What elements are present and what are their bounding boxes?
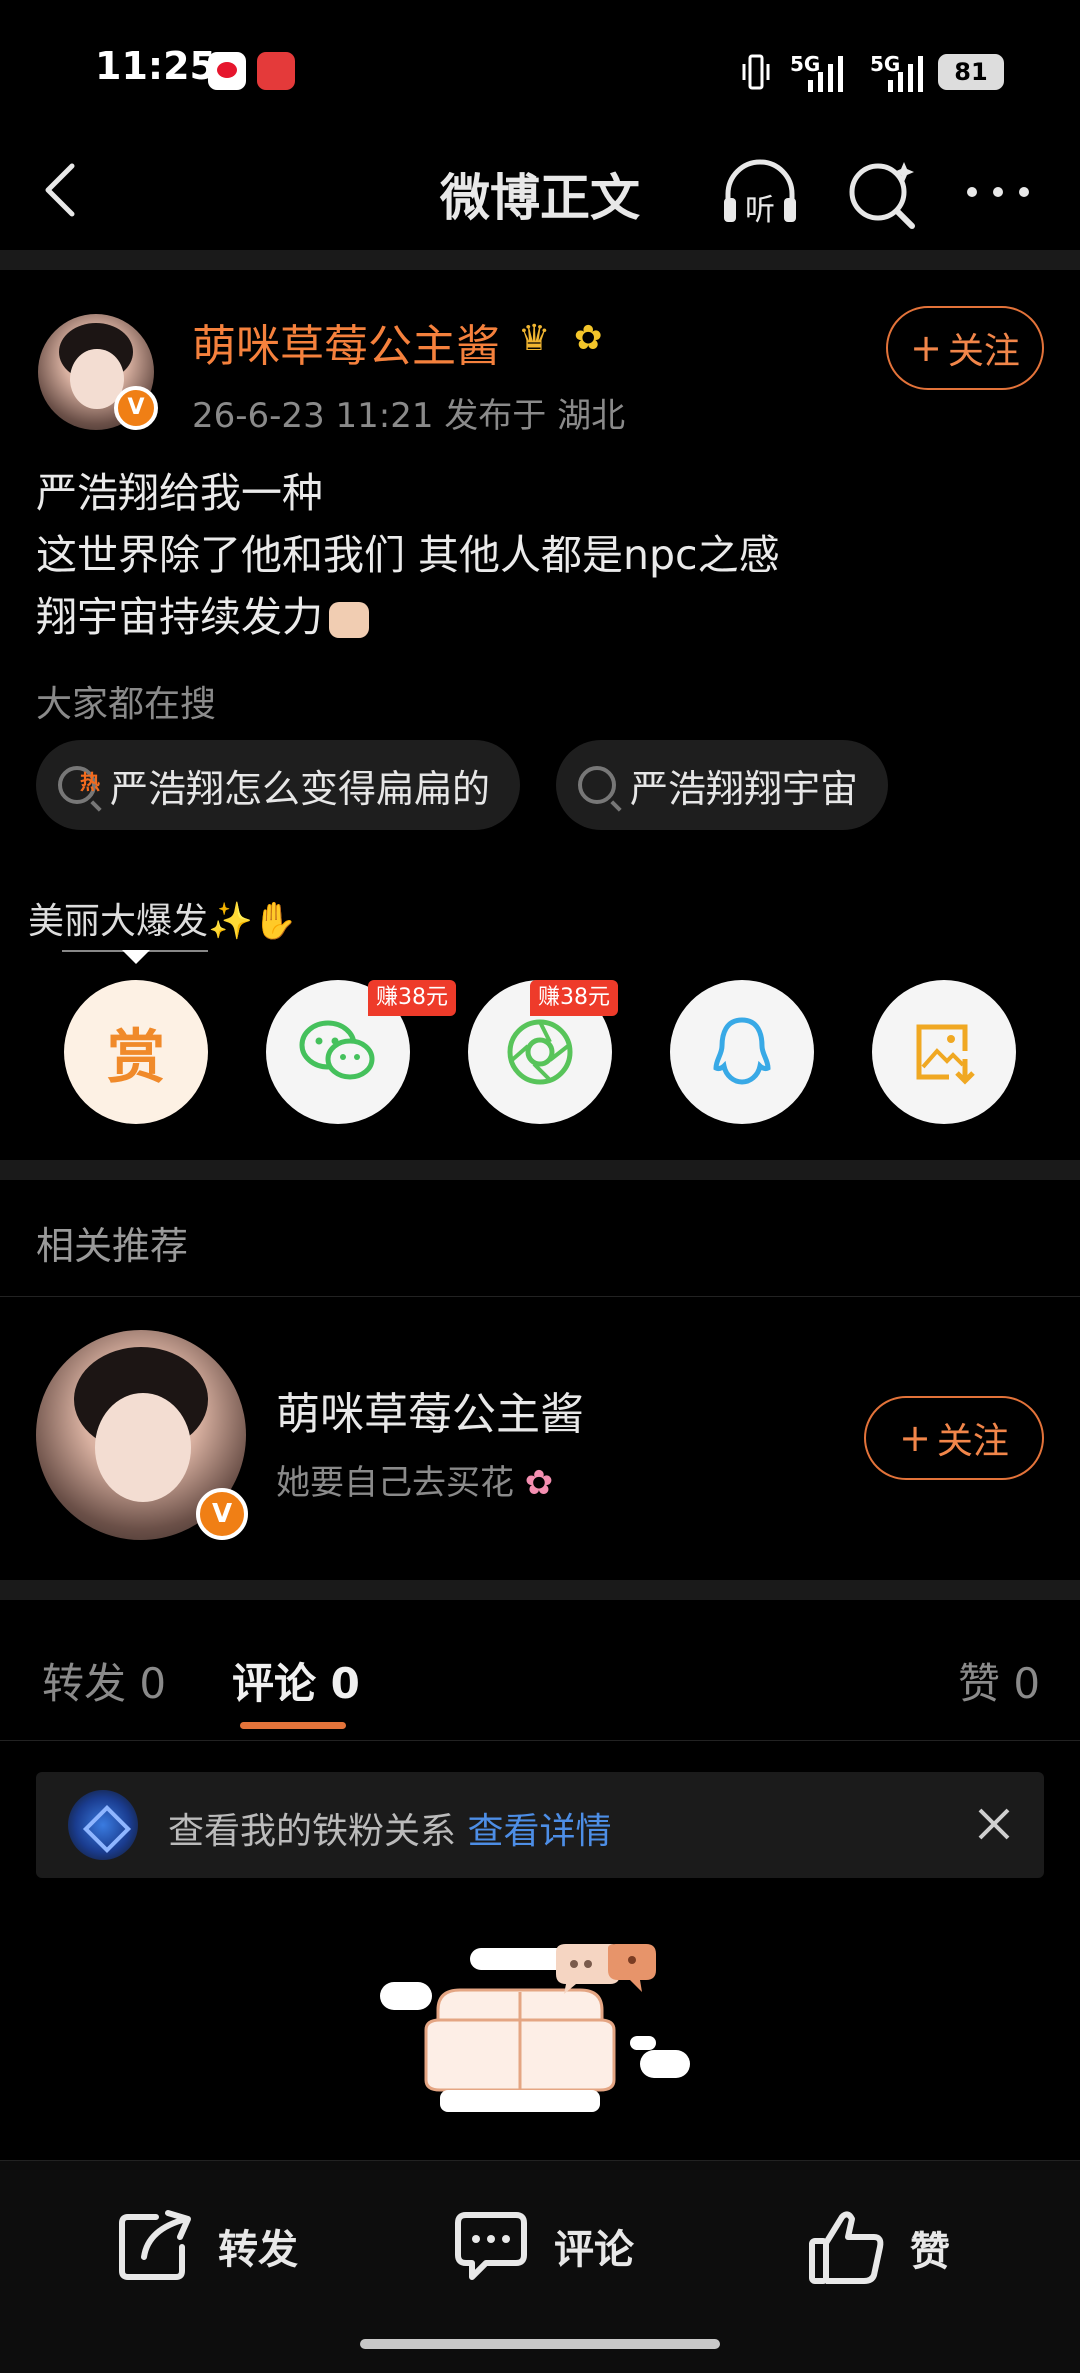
listen-label: 听 (745, 193, 775, 228)
earn-badge-wechat: 赚38元 (368, 980, 456, 1016)
reward-button[interactable]: 赏 (64, 980, 208, 1124)
more-icon[interactable] (962, 170, 1034, 214)
divider-line (0, 1296, 1080, 1297)
reward-tooltip-text: 美丽大爆发✨ (28, 901, 253, 942)
comment-button[interactable]: 评论 (452, 2209, 634, 2283)
search-label: 大家都在搜 (36, 684, 217, 725)
active-tab-indicator (240, 1722, 346, 1729)
title-bar: 微博正文 听 (0, 130, 1080, 250)
qq-icon (713, 1017, 771, 1085)
section-divider (0, 250, 1080, 270)
close-icon[interactable] (972, 1802, 1016, 1846)
battery-indicator: 81 (938, 54, 1004, 90)
tab-like[interactable]: 赞 0 (958, 1650, 1040, 1711)
moments-icon (507, 1019, 573, 1085)
status-bar: 11:25 5G 5G 81 (0, 0, 1080, 130)
related-title: 相关推荐 (36, 1224, 189, 1268)
reward-icon: 赏 (106, 1023, 165, 1091)
recommend-bio: 她要自己去买花 ✿ (276, 1455, 553, 1504)
recommend-bio-text: 她要自己去买花 (276, 1463, 514, 1503)
search-icon (578, 766, 616, 804)
recommend-verified-badge: V (196, 1488, 248, 1540)
bottom-action-bar: 转发 评论 赞 (0, 2160, 1080, 2373)
save-image-icon (916, 1024, 975, 1085)
post-line: 这世界除了他和我们 其他人都是npc之感 (36, 531, 780, 579)
reward-tooltip: 美丽大爆发✨✋ (28, 892, 298, 944)
earn-badge-moments: 赚38元 (530, 980, 618, 1016)
author-name[interactable]: 萌咪草莓公主酱 (192, 310, 500, 374)
search-chip-2[interactable]: 严浩翔翔宇宙 (556, 740, 889, 830)
post-line: 严浩翔给我一种 (36, 469, 323, 517)
fan-relation-bar[interactable]: 查看我的铁粉关系 查看详情 (36, 1772, 1044, 1878)
search-chip-label: 严浩翔怎么变得扁扁的 (110, 766, 491, 811)
save-image-button[interactable] (872, 980, 1016, 1124)
post-body: 严浩翔给我一种 这世界除了他和我们 其他人都是npc之感 翔宇宙持续发力 (36, 462, 780, 648)
search-icon[interactable] (842, 152, 922, 232)
crown-icon: ♛ (518, 318, 551, 359)
plus-icon: + (910, 326, 942, 370)
notification-app-icon (257, 52, 295, 90)
like-button[interactable]: 赞 (808, 2209, 950, 2287)
home-indicator[interactable] (360, 2339, 720, 2349)
recommend-follow-button[interactable]: + 关注 (864, 1396, 1044, 1480)
weibo-app-icon (208, 52, 246, 90)
sunflower-icon: ✿ (574, 318, 603, 358)
tab-comment[interactable]: 评论 0 (232, 1650, 360, 1711)
follow-button[interactable]: + 关注 (886, 306, 1044, 390)
search-icon: 热 (58, 766, 100, 804)
tab-repost[interactable]: 转发 0 (42, 1650, 166, 1711)
status-time: 11:25 (95, 44, 216, 88)
recommend-name[interactable]: 萌咪草莓公主酱 (276, 1378, 584, 1442)
repost-button[interactable]: 转发 (116, 2209, 298, 2283)
thumbs-up-icon (809, 2211, 884, 2284)
repost-icon (119, 2210, 191, 2280)
section-divider (0, 1580, 1080, 1600)
listen-icon[interactable]: 听 (718, 150, 802, 234)
empty-sofa-illustration (380, 1944, 690, 2112)
vibrate-icon (742, 54, 770, 90)
post-meta: 26-6-23 11:21 发布于 湖北 (192, 396, 626, 436)
share-qq-button[interactable] (670, 980, 814, 1124)
fan-badge-icon (68, 1790, 138, 1860)
hot-tag: 热 (80, 770, 100, 794)
fan-text: 查看我的铁粉关系 查看详情 (168, 1802, 611, 1854)
fist-emoji-icon (329, 602, 369, 638)
section-divider (0, 1160, 1080, 1180)
verified-badge: V (114, 386, 158, 430)
tooltip-arrow (122, 950, 150, 964)
wechat-icon (299, 1020, 375, 1080)
repost-label: 转发 (218, 2227, 298, 2273)
plus-icon: + (899, 1416, 931, 1460)
fan-detail-link[interactable]: 查看详情 (467, 1811, 611, 1852)
flower-emoji-icon: ✿ (514, 1463, 554, 1503)
search-chip-label: 严浩翔翔宇宙 (630, 766, 859, 811)
search-chip-1[interactable]: 热 严浩翔怎么变得扁扁的 (36, 740, 521, 830)
comment-label: 评论 (554, 2227, 634, 2273)
like-label: 赞 (910, 2229, 950, 2275)
signal-bars-icon (808, 56, 843, 92)
post-line-with-emoji: 翔宇宙持续发力 (36, 586, 780, 648)
signal-bars-icon-2 (888, 56, 923, 92)
hands-emoji-icon: ✋ (252, 901, 298, 942)
follow-label: 关注 (936, 1421, 1009, 1462)
fan-text-label: 查看我的铁粉关系 (168, 1811, 468, 1852)
comment-icon (455, 2212, 527, 2280)
post-line: 翔宇宙持续发力 (36, 593, 323, 641)
divider-line (0, 1740, 1080, 1741)
follow-label: 关注 (947, 331, 1020, 372)
